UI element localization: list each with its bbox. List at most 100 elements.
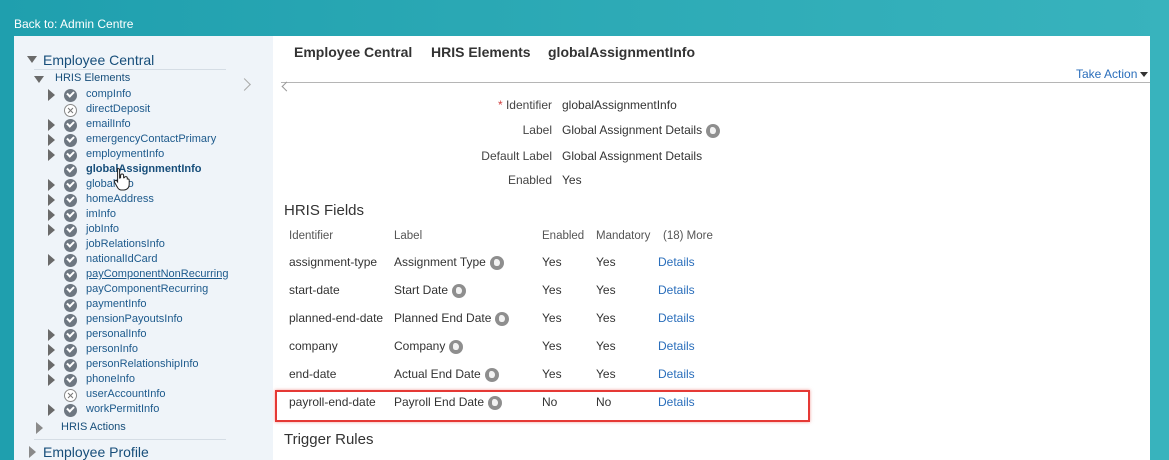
back-link-text[interactable]: Back to: Admin Centre xyxy=(14,17,133,31)
details-link[interactable]: Details xyxy=(658,339,695,353)
expand-right-icon[interactable] xyxy=(48,404,55,416)
globe-icon[interactable] xyxy=(489,255,504,270)
expand-right-icon[interactable] xyxy=(48,359,55,371)
tree-item-label[interactable]: employmentInfo xyxy=(86,148,164,160)
tree-item-label[interactable]: compInfo xyxy=(86,88,131,100)
check-circle-icon xyxy=(64,209,77,222)
expand-right-icon[interactable] xyxy=(48,374,55,386)
tree-item-label[interactable]: personalInfo xyxy=(86,328,147,340)
tree-item-label[interactable]: jobRelationsInfo xyxy=(86,238,165,250)
tree-item-person-info[interactable]: personInfo xyxy=(14,343,254,358)
tree-item-employment-info[interactable]: employmentInfo xyxy=(14,148,254,163)
tree-item-email-info[interactable]: emailInfo xyxy=(14,118,254,133)
tree-label[interactable]: Employee Profile xyxy=(43,444,149,460)
action-text[interactable]: Details xyxy=(658,283,695,297)
check-circle-icon xyxy=(64,329,77,342)
tree-item-pay-component-non-recurring[interactable]: payComponentNonRecurring xyxy=(14,268,254,283)
expand-right-icon[interactable] xyxy=(48,344,55,356)
globe-icon[interactable] xyxy=(449,339,464,354)
take-action-button[interactable]: Take Action xyxy=(1076,67,1149,81)
tree-item-label[interactable]: personInfo xyxy=(86,343,138,355)
caret-down-icon[interactable] xyxy=(1140,72,1149,78)
details-link[interactable]: Details xyxy=(658,367,695,381)
back-to-admin-centre-link[interactable]: Back to: Admin Centre xyxy=(14,17,133,31)
tree-item-home-address[interactable]: homeAddress xyxy=(14,193,254,208)
chevron-left-icon[interactable] xyxy=(281,81,292,92)
tree-item-label[interactable]: paymentInfo xyxy=(86,298,147,310)
tree-item-label[interactable]: phoneInfo xyxy=(86,373,135,385)
tree-item-label[interactable]: homeAddress xyxy=(86,193,154,205)
tree-item-emergency-contact-primary[interactable]: emergencyContactPrimary xyxy=(14,133,254,148)
tree-item-payment-info[interactable]: paymentInfo xyxy=(14,298,254,313)
tree-item-label[interactable]: pensionPayoutsInfo xyxy=(86,313,183,325)
action-text[interactable]: Details xyxy=(658,339,695,353)
tree-item-label[interactable]: emailInfo xyxy=(86,118,131,130)
expand-right-icon[interactable] xyxy=(48,119,55,131)
col-header-label: Label xyxy=(394,230,423,242)
details-link[interactable]: Details xyxy=(658,283,695,297)
action-text[interactable]: Details xyxy=(658,367,695,381)
tree-item-label[interactable]: userAccountInfo xyxy=(86,388,166,400)
tree-item-label[interactable]: jobInfo xyxy=(86,223,119,235)
action-text[interactable]: Details xyxy=(658,311,695,325)
globe-icon[interactable] xyxy=(484,367,499,382)
tree-item-pay-component-recurring[interactable]: payComponentRecurring xyxy=(14,283,254,298)
tree-label[interactable]: HRIS Elements xyxy=(55,72,130,84)
expand-right-icon[interactable] xyxy=(48,254,55,266)
expand-down-icon[interactable] xyxy=(34,76,44,83)
tree-item-label[interactable]: globalAssignmentInfo xyxy=(86,163,202,175)
x-circle-icon xyxy=(64,389,77,402)
expand-right-icon[interactable] xyxy=(48,194,55,206)
tree-item-phone-info[interactable]: phoneInfo xyxy=(14,373,254,388)
col-header-more[interactable]: (18) More xyxy=(663,230,713,242)
expand-right-icon[interactable] xyxy=(48,89,55,101)
label-text: Assignment Type xyxy=(394,255,486,269)
expand-right-icon[interactable] xyxy=(48,329,55,341)
tree-item-label[interactable]: directDeposit xyxy=(86,103,150,115)
tree-item-label[interactable]: personRelationshipInfo xyxy=(86,358,199,370)
breadcrumb-hris-elements[interactable]: HRIS Elements xyxy=(431,44,531,60)
expand-right-icon[interactable] xyxy=(36,422,43,434)
globe-icon[interactable] xyxy=(452,283,467,298)
tree-item-user-account-info[interactable]: userAccountInfo xyxy=(14,388,254,403)
tree-item-job-relations-info[interactable]: jobRelationsInfo xyxy=(14,238,254,253)
enabled-value: Yes xyxy=(562,173,582,187)
expand-right-icon[interactable] xyxy=(48,224,55,236)
cell-label: Company xyxy=(394,339,464,354)
tree-item-label[interactable]: workPermitInfo xyxy=(86,403,159,415)
tree-item-label[interactable]: emergencyContactPrimary xyxy=(86,133,216,145)
tree-item-work-permit-info[interactable]: workPermitInfo xyxy=(14,403,254,418)
tree-item-im-info[interactable]: imInfo xyxy=(14,208,254,223)
tree-item-global-assignment-info[interactable]: globalAssignmentInfo xyxy=(14,163,254,178)
details-link[interactable]: Details xyxy=(658,311,695,325)
expand-right-icon[interactable] xyxy=(48,209,55,221)
tree-item-global-info[interactable]: globalInfo xyxy=(14,178,254,193)
expand-right-icon[interactable] xyxy=(29,446,36,458)
action-text[interactable]: Details xyxy=(658,255,695,269)
tree-item-pension-payouts-info[interactable]: pensionPayoutsInfo xyxy=(14,313,254,328)
tree-label[interactable]: Employee Central xyxy=(43,52,154,68)
expand-right-icon[interactable] xyxy=(48,179,55,191)
tree-item-label[interactable]: imInfo xyxy=(86,208,116,220)
expand-down-icon[interactable] xyxy=(27,56,37,63)
tree-item-job-info[interactable]: jobInfo xyxy=(14,223,254,238)
expand-right-icon[interactable] xyxy=(48,134,55,146)
tree-item-national-id-card[interactable]: nationalIdCard xyxy=(14,253,254,268)
details-link[interactable]: Details xyxy=(658,255,695,269)
tree-item-label[interactable]: payComponentRecurring xyxy=(86,283,208,295)
take-action-label[interactable]: Take Action xyxy=(1076,67,1137,81)
tree-item-label[interactable]: nationalIdCard xyxy=(86,253,158,265)
globe-icon[interactable] xyxy=(495,311,510,326)
tree-item-personal-info[interactable]: personalInfo xyxy=(14,328,254,343)
tree-item-direct-deposit[interactable]: directDeposit xyxy=(14,103,254,118)
globe-icon[interactable] xyxy=(706,123,721,138)
check-circle-icon xyxy=(64,224,77,237)
check-circle-icon xyxy=(64,134,77,147)
enabled-text: Yes xyxy=(542,367,562,381)
breadcrumb-employee-central[interactable]: Employee Central xyxy=(294,44,412,60)
tree-item-label[interactable]: payComponentNonRecurring xyxy=(86,268,228,280)
expand-right-icon[interactable] xyxy=(48,149,55,161)
tree-label[interactable]: HRIS Actions xyxy=(61,421,126,433)
tree-item-comp-info[interactable]: compInfo xyxy=(14,88,254,103)
tree-item-person-relationship-info[interactable]: personRelationshipInfo xyxy=(14,358,254,373)
